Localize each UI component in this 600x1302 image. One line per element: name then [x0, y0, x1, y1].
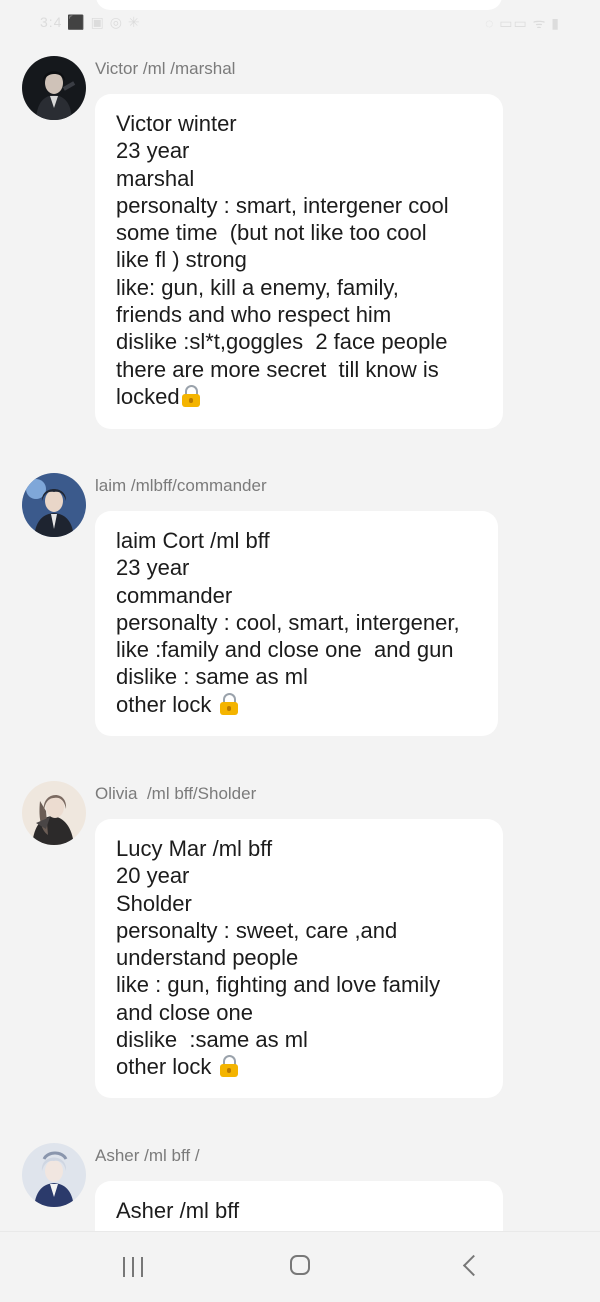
message-line: laim Cort /ml bff: [116, 528, 270, 553]
message-line: Lucy Mar /ml bff: [116, 836, 273, 861]
message-line: commander: [116, 582, 233, 608]
back-icon[interactable]: [452, 1252, 492, 1282]
message-line-last: other lock: [116, 1053, 503, 1080]
message-line: 20 year: [116, 863, 190, 889]
message-line: like fl ) strong: [116, 247, 247, 273]
message-line: like: gun, kill a enemy, family,: [116, 274, 399, 300]
message-line: dislike :same as ml: [116, 1027, 308, 1053]
message-line: some time (but not like too cool: [116, 220, 427, 246]
message-line: and close one: [116, 999, 253, 1025]
message-line: understand people: [116, 945, 299, 971]
status-bar-left: 3:4 ⬛ ▣ ◎ ✳: [40, 14, 141, 30]
message-line: Sholder: [116, 890, 192, 916]
message-line: Victor winter: [116, 111, 237, 136]
message-bubble[interactable]: Lucy Mar /ml bff 20 year Sholder persona…: [95, 819, 503, 1098]
message-line-last: locked: [116, 383, 503, 410]
previous-message-bubble: [96, 0, 502, 10]
message-line: friends and who respect him: [116, 302, 392, 328]
avatar-laim[interactable]: [22, 473, 86, 537]
message-line: personalty : sweet, care ,and: [116, 917, 398, 943]
message-line: there are more secret till know is: [116, 356, 439, 382]
message-bubble[interactable]: laim Cort /ml bff 23 year commander pers…: [95, 511, 498, 736]
recent-apps-icon[interactable]: [114, 1252, 154, 1282]
sender-name: Victor /ml /marshal: [95, 59, 236, 78]
sender-name: laim /mlbff/commander: [95, 476, 267, 495]
message-bubble[interactable]: Victor winter 23 year marshal personalty…: [95, 94, 503, 429]
avatar-olivia[interactable]: [22, 781, 86, 845]
navigation-bar: [0, 1231, 600, 1302]
sender-name: Asher /ml bff /: [95, 1146, 200, 1165]
lock-icon: [181, 384, 201, 407]
lock-icon: [219, 1055, 239, 1078]
message-line: Asher /ml bff: [116, 1198, 240, 1223]
message-line: locked: [116, 383, 180, 409]
message-line: like : gun, fighting and love family: [116, 972, 441, 998]
message-line: dislike :sl*t,goggles 2 face people: [116, 329, 448, 355]
message-line: other lock: [116, 1054, 218, 1080]
avatar-asher[interactable]: [22, 1143, 86, 1207]
message-line: 23 year: [116, 138, 190, 164]
home-icon[interactable]: [282, 1252, 322, 1282]
message-line: like :family and close one and gun: [116, 637, 454, 663]
message-line: personalty : cool, smart, intergener,: [116, 609, 460, 635]
message-line: other lock: [116, 691, 218, 717]
status-bar-right: ◌ ▭▭ ᯤ ▮: [485, 15, 560, 31]
sender-name: Olivia /ml bff/Sholder: [95, 784, 257, 803]
message-line: marshal: [116, 165, 195, 191]
message-line-last: other lock: [116, 691, 498, 718]
lock-icon: [219, 692, 239, 715]
status-bar: 3:4 ⬛ ▣ ◎ ✳ ◌ ▭▭ ᯤ ▮: [0, 0, 600, 40]
message-line: personalty : smart, intergener cool: [116, 192, 449, 218]
message-line: dislike : same as ml: [116, 664, 308, 690]
avatar-victor[interactable]: [22, 56, 86, 120]
message-line: 23 year: [116, 555, 190, 581]
